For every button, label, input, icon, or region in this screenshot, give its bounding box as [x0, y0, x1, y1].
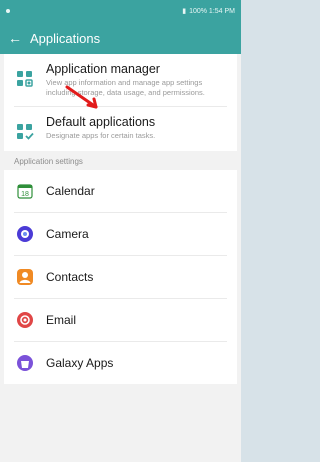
application-manager-title: Application manager — [46, 62, 160, 76]
default-apps-icon — [14, 121, 36, 143]
default-applications-desc: Designate apps for certain tasks. — [46, 131, 156, 141]
list-item-calendar[interactable]: 18 Calendar — [4, 170, 237, 212]
galaxy-apps-icon — [14, 352, 36, 374]
contacts-label: Contacts — [46, 270, 94, 285]
status-right-text: 100% 1:54 PM — [189, 7, 235, 15]
notification-icon — [6, 9, 10, 13]
application-manager-item[interactable]: Application manager View app information… — [4, 54, 237, 106]
galaxy-apps-label: Galaxy Apps — [46, 356, 114, 371]
list-item-galaxy-apps[interactable]: Galaxy Apps — [4, 342, 237, 384]
calendar-icon: 18 — [14, 180, 36, 202]
calendar-label: Calendar — [46, 184, 95, 199]
page-title: Applications — [30, 30, 101, 46]
camera-label: Camera — [46, 227, 89, 242]
email-label: Email — [46, 313, 77, 328]
list-item-camera[interactable]: Camera — [4, 213, 237, 255]
app-bar: ← Applications — [0, 22, 241, 54]
application-manager-desc: View app information and manage app sett… — [46, 78, 205, 98]
status-left — [6, 9, 14, 13]
contacts-icon — [14, 266, 36, 288]
list-item-contacts[interactable]: Contacts — [4, 256, 237, 298]
top-card: Application manager View app information… — [4, 54, 237, 152]
default-applications-item[interactable]: Default applications Designate apps for … — [4, 107, 237, 151]
camera-icon — [14, 223, 36, 245]
section-label: Application settings — [14, 157, 83, 167]
default-applications-title: Default applications — [46, 115, 156, 130]
status-right: ▮ 100% 1:54 PM — [182, 7, 235, 16]
app-settings-list: 18 Calendar Camera Contacts Email Galaxy… — [4, 170, 237, 385]
list-item-email[interactable]: Email — [4, 299, 237, 341]
app-manager-icon — [14, 68, 36, 90]
svg-text:18: 18 — [21, 191, 29, 198]
phone-screen: ▮ 100% 1:54 PM ← Applications Applicatio… — [0, 0, 241, 462]
status-bar: ▮ 100% 1:54 PM — [0, 0, 241, 22]
back-arrow-icon[interactable]: ← — [8, 30, 22, 46]
email-icon — [14, 309, 36, 331]
signal-icon: ▮ — [182, 8, 187, 15]
